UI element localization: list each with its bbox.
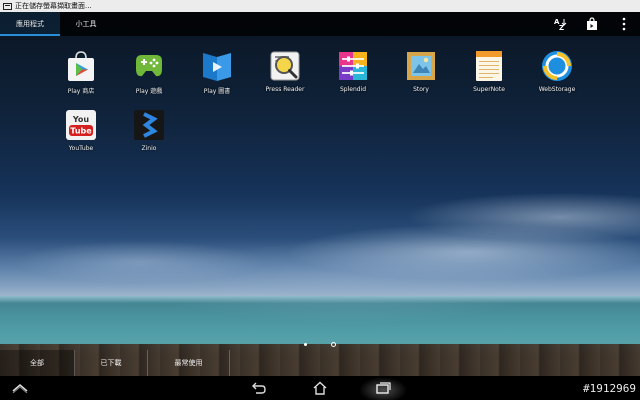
wallpaper-sea: [0, 296, 640, 346]
status-notification-text: 正在儲存螢幕擷取畫面...: [15, 2, 92, 10]
app-label: Zinio: [141, 145, 157, 152]
svg-text:Tube: Tube: [70, 127, 92, 136]
tab-header: 應用程式 小工具 A Z: [0, 12, 640, 36]
app-label: WebStorage: [538, 86, 576, 93]
app-label: Play 商店: [67, 88, 95, 95]
app-story[interactable]: Story: [391, 49, 451, 93]
recents-icon: [376, 382, 391, 394]
app-label: Press Reader: [265, 86, 305, 93]
back-icon: [252, 382, 266, 394]
splendid-icon: [339, 52, 367, 80]
filter-downloaded[interactable]: 已下載: [75, 350, 148, 376]
app-youtube[interactable]: You Tube YouTube: [51, 108, 111, 152]
page-indicator-dot-active: [304, 343, 307, 346]
tab-widgets[interactable]: 小工具: [60, 12, 112, 36]
app-label: Splendid: [339, 86, 367, 93]
filter-bar: 全部 已下載 最常使用: [0, 350, 640, 376]
app-label: YouTube: [68, 145, 94, 152]
app-label: Story: [413, 86, 429, 93]
nav-home-button[interactable]: [300, 376, 340, 400]
page-indicator-dot[interactable]: [331, 342, 336, 347]
supernote-icon: [476, 51, 502, 81]
app-play-books[interactable]: Play 圖書: [187, 49, 247, 95]
sort-az-icon: A Z: [554, 18, 567, 31]
header-actions: A Z: [544, 12, 640, 36]
play-store-icon: [68, 51, 94, 81]
overflow-menu-button[interactable]: [608, 12, 640, 36]
svg-text:Z: Z: [559, 24, 564, 31]
app-webstorage[interactable]: WebStorage: [527, 49, 587, 93]
play-games-icon: [136, 55, 162, 77]
nav-expand-button[interactable]: [0, 376, 40, 400]
app-label: Play 遊戲: [135, 88, 163, 95]
home-icon: [313, 381, 327, 395]
nav-recents-button[interactable]: [363, 376, 403, 400]
screenshot-icon: [3, 2, 12, 10]
play-books-icon: [203, 53, 231, 81]
zinio-icon: [134, 110, 164, 140]
webstorage-icon: [542, 51, 572, 81]
app-zinio[interactable]: Zinio: [119, 108, 179, 152]
sort-az-button[interactable]: A Z: [544, 12, 576, 36]
chevron-up-icon: [12, 384, 28, 393]
svg-text:You: You: [72, 115, 90, 124]
filter-frequently-used[interactable]: 最常使用: [148, 350, 230, 376]
app-play-store[interactable]: Play 商店: [51, 49, 111, 95]
filter-all[interactable]: 全部: [0, 350, 75, 376]
app-splendid[interactable]: Splendid: [323, 49, 383, 93]
app-supernote[interactable]: SuperNote: [459, 49, 519, 93]
nav-back-button[interactable]: [238, 376, 278, 400]
press-reader-icon: [270, 51, 300, 81]
story-icon: [407, 52, 435, 80]
app-label: Play 圖書: [203, 88, 231, 95]
app-press-reader[interactable]: Press Reader: [255, 49, 315, 93]
shop-bag-icon: [587, 17, 597, 30]
tab-apps[interactable]: 應用程式: [0, 12, 60, 36]
app-label: SuperNote: [473, 86, 505, 93]
watermark-id: #1912969: [583, 382, 636, 395]
app-play-games[interactable]: Play 遊戲: [119, 49, 179, 95]
nav-bar: [0, 376, 640, 400]
overflow-menu-icon: [622, 17, 626, 31]
youtube-icon: You Tube: [66, 110, 96, 140]
shop-button[interactable]: [576, 12, 608, 36]
status-bar: 正在儲存螢幕擷取畫面...: [0, 0, 640, 12]
